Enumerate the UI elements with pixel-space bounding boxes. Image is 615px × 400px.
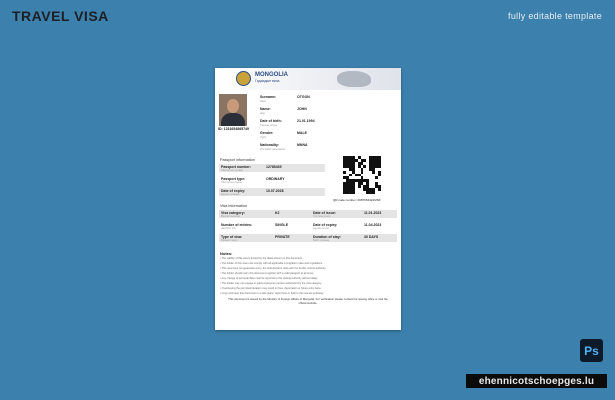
row-value: ORDINARY [266,177,285,181]
row-value-2: 30 DAYS [364,235,379,239]
country-subtitle: Гадаадын виза [255,79,280,83]
passport-row-number: Passport number: Паспортын дугаар 127854… [219,164,325,172]
row-sublabel: Паспортын төрөл [221,181,243,184]
photo-face [227,99,239,113]
note-item: • Copy and keep this document in a safe … [220,292,324,295]
visa-row-entries: Number of entries: Нэвтрэх тоо SINGLE Da… [219,222,397,230]
row-sublabel-2: Дуусах огноо [313,227,329,230]
field-value: MALE [297,131,307,135]
row-value-2: 11.01.2023 [364,211,382,215]
note-item: • This visa does not guarantee entry; th… [220,267,327,270]
visa-document: MONGOLIA Гадаадын виза ID: 1231654865749… [215,68,401,330]
field-sublabel: Нэр [260,111,266,115]
emblem-icon [236,71,251,86]
row-value: K2 [275,211,280,215]
row-value: 12785439 [266,165,282,169]
qr-code-icon [343,156,381,194]
row-sublabel-2: Байх хугацаа [313,239,329,242]
visa-header: MONGOLIA Гадаадын виза [215,68,401,90]
row-sublabel-2: Олгосон огноо [313,215,331,218]
note-item: • Overstaying the permitted duration may… [220,287,322,290]
row-sublabel: Визний ангилал [221,215,241,218]
field-sublabel: Овог [260,99,267,103]
visa-row-category: Visa category: Визний ангилал K2 Date of… [219,210,397,218]
photo-id: ID: 1231654865749 [218,127,249,131]
qr-caption: QR code number: 0987654321MNF [333,198,381,202]
note-item: • The holder may not engage in paid empl… [220,282,322,285]
footer-note: This document is issued by the Ministry … [228,297,388,305]
row-value-2: 11.04.2023 [364,223,382,227]
field-value: JOHN [297,107,307,111]
passport-section-title: Passport information [220,158,255,162]
photo-suit [221,113,245,126]
row-value: 10.07.2028 [266,189,284,193]
field-sublabel: Иргэний харьяалал [260,147,286,151]
page-subtitle: fully editable template [508,11,602,21]
note-item: • The holder of this visa must comply wi… [220,262,323,265]
field-sublabel: Хүйс [260,135,267,139]
row-sublabel: Дуусах хугацаа [221,193,240,196]
visa-section-title: Visa information [220,204,248,208]
holder-photo [219,94,247,126]
visa-row-type: Type of visa: Визний төрөл PRIVATE Durat… [219,234,397,242]
field-value: 21.01.1994 [297,119,315,123]
notes-title: Notes: [220,251,233,256]
page-title: TRAVEL VISA [12,8,109,24]
row-value: SINGLE [275,223,289,227]
field-sublabel: Төрсөн огноо [260,123,278,127]
map-icon [337,71,371,87]
field-value: MNNA [297,143,308,147]
photoshop-icon: Ps [580,339,603,362]
note-item: • The holder should carry this document … [220,272,314,275]
note-item: • Any change of personal data must be re… [220,277,318,280]
watermark: ehennicotschoepges.lu [466,374,607,388]
country-name: MONGOLIA [255,72,288,78]
row-sublabel: Паспортын дугаар [221,169,244,172]
passport-row-type: Passport type: Паспортын төрөл ORDINARY [219,176,325,184]
row-sublabel: Визний төрөл [221,239,238,242]
field-value: OTGON [297,95,310,99]
row-sublabel: Нэвтрэх тоо [221,227,236,230]
note-item: • The validity of this visa is limited b… [220,257,303,260]
row-value: PRIVATE [275,235,290,239]
passport-row-expiry: Date of expiry: Дуусах хугацаа 10.07.202… [219,188,325,196]
